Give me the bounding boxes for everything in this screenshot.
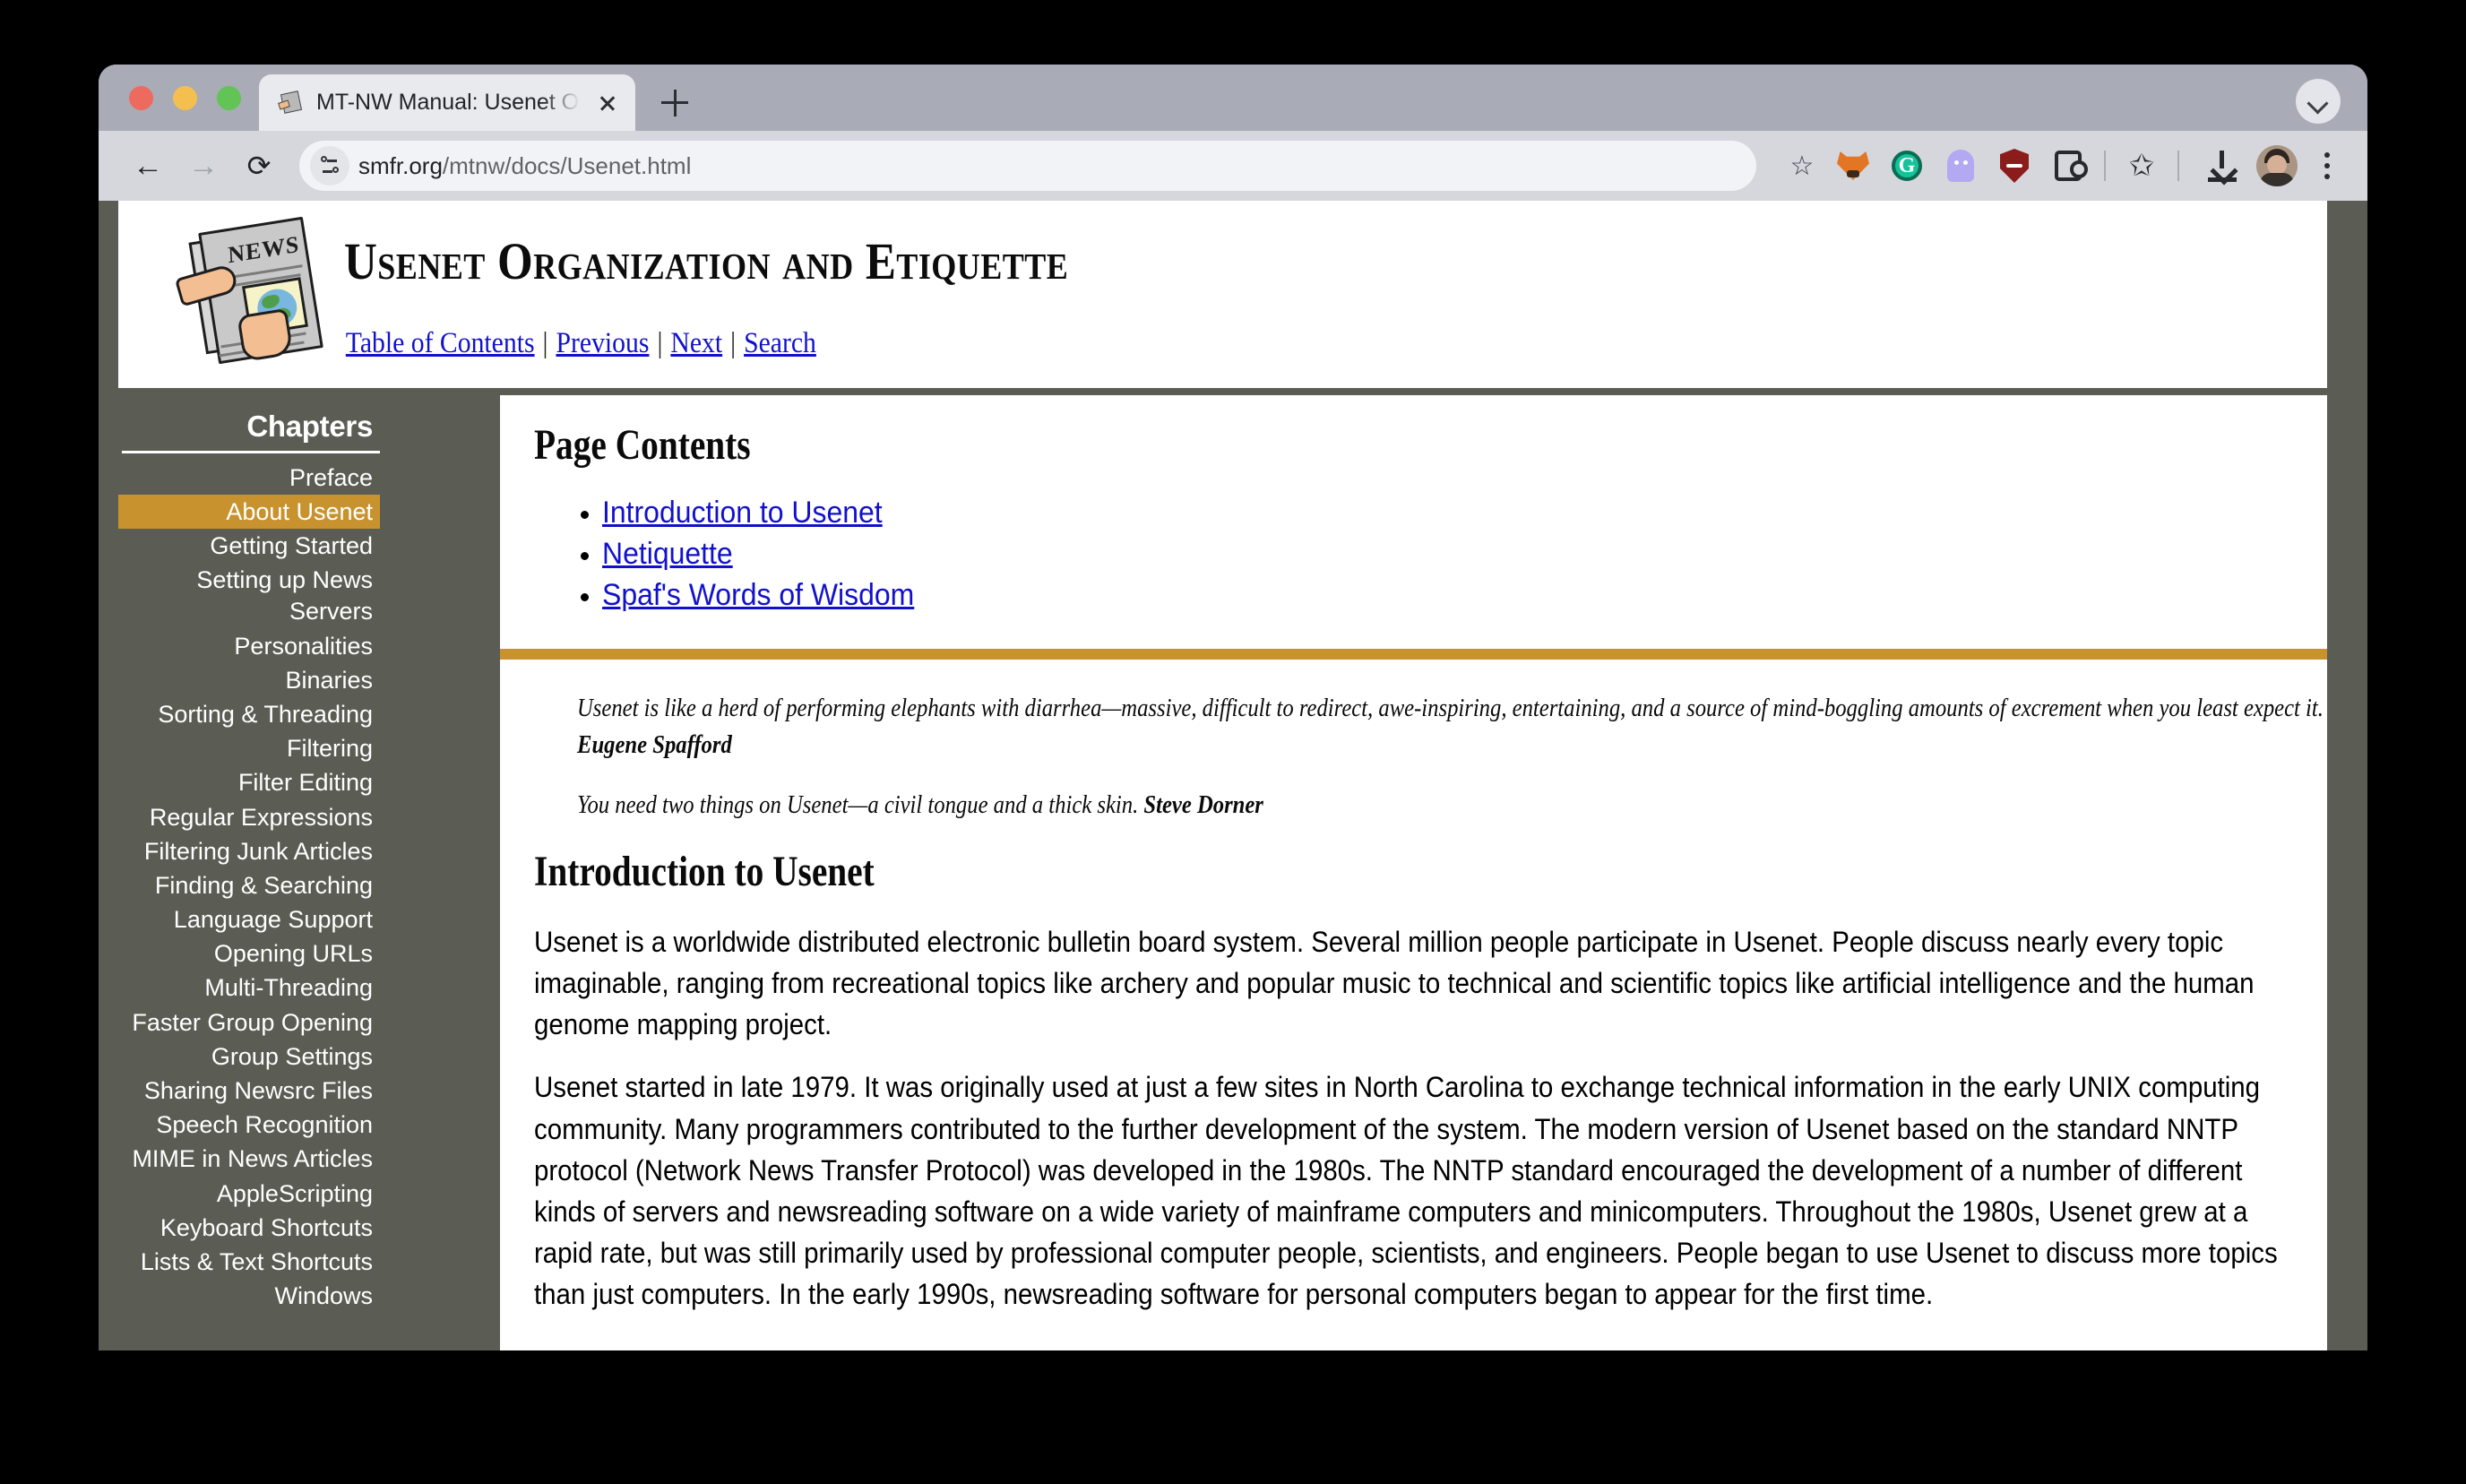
new-tab-button[interactable] <box>650 77 700 127</box>
nav-separator-2: | <box>657 327 663 359</box>
body-paragraph-1: Usenet is a worldwide distributed electr… <box>534 926 2255 1041</box>
toc-link-spafs-words-of-wisdom[interactable]: Spaf's Words of Wisdom <box>602 575 914 617</box>
sidebar-item-about-usenet[interactable]: About Usenet <box>118 495 380 530</box>
quote-2: You need two things on Usenet—a civil to… <box>577 787 2327 824</box>
site-settings-icon[interactable] <box>310 146 349 186</box>
sidebar-divider <box>122 451 380 453</box>
list-item: Spaf's Words of Wisdom <box>602 575 2297 617</box>
sidebar-item-keyboard-shortcuts[interactable]: Keyboard Shortcuts <box>118 1211 380 1245</box>
site-header: NEWS Usenet Organization and Etiquette T… <box>118 201 2327 388</box>
sidebar-item-finding-searching[interactable]: Finding & Searching <box>118 868 380 902</box>
extensions-puzzle-icon[interactable] <box>2045 142 2091 189</box>
sidebar-item-lists-text-shortcuts[interactable]: Lists & Text Shortcuts <box>118 1245 380 1279</box>
sidebar-item-filter-editing[interactable]: Filter Editing <box>118 765 380 799</box>
sidebar-item-getting-started[interactable]: Getting Started <box>118 529 380 563</box>
sidebar-item-applescripting[interactable]: AppleScripting <box>118 1177 380 1211</box>
sidebar-heading: Chapters <box>246 410 373 443</box>
browser-tab[interactable]: MT-NW Manual: Usenet Orga <box>259 74 635 131</box>
sidebar-item-group-settings[interactable]: Group Settings <box>118 1040 380 1074</box>
page-contents-list: Introduction to Usenet Netiquette Spaf's… <box>602 493 2297 617</box>
window-traffic-lights <box>99 65 259 131</box>
list-item: Netiquette <box>602 534 2297 575</box>
url-host: smfr.org <box>358 151 443 179</box>
bookmarks-star-icon[interactable]: ✩ <box>2118 142 2165 189</box>
toc-link-netiquette[interactable]: Netiquette <box>602 534 733 575</box>
main-content: Page Contents Introduction to Usenet Net… <box>500 395 2327 1350</box>
tab-title: MT-NW Manual: Usenet Orga <box>316 90 580 115</box>
sidebar-item-personalities[interactable]: Personalities <box>118 629 380 663</box>
newspaper-favicon-icon <box>278 90 304 116</box>
sidebar-item-filtering[interactable]: Filtering <box>118 731 380 765</box>
ghostery-extension-icon[interactable] <box>1937 142 1984 189</box>
sidebar-item-language-support[interactable]: Language Support <box>118 902 380 936</box>
nav-link-table-of-contents[interactable]: Table of Contents <box>346 327 535 359</box>
forward-button[interactable]: → <box>176 138 231 194</box>
sidebar-item-opening-urls[interactable]: Opening URLs <box>118 936 380 971</box>
browser-menu-button[interactable] <box>2306 142 2348 189</box>
back-arrow-icon: ← <box>133 149 163 183</box>
minimize-window-button[interactable] <box>173 85 197 110</box>
chapters-sidebar: Chapters Preface About Usenet Getting St… <box>118 395 387 1350</box>
sidebar-item-filtering-junk-articles[interactable]: Filtering Junk Articles <box>118 834 380 868</box>
address-bar[interactable]: smfr.org/mtnw/docs/Usenet.html <box>299 141 1756 191</box>
sidebar-item-preface[interactable]: Preface <box>118 461 380 495</box>
chevron-down-icon[interactable] <box>2296 79 2341 124</box>
page-contents-heading: Page Contents <box>534 421 751 469</box>
list-item: Introduction to Usenet <box>602 493 2297 534</box>
browser-toolbar: ← → ⟳ smfr.org/mtnw/docs/Usenet.html ☆ G <box>99 131 2367 201</box>
toolbar-divider <box>2104 151 2106 181</box>
header-text-block: Usenet Organization and Etiquette Table … <box>344 201 1168 360</box>
nav-separator-1: | <box>542 327 548 359</box>
metamask-extension-icon[interactable] <box>1830 142 1876 189</box>
nav-link-next[interactable]: Next <box>670 327 722 359</box>
toolbar-divider-2 <box>2177 151 2179 181</box>
sidebar-item-mime-in-news-articles[interactable]: MIME in News Articles <box>118 1142 380 1176</box>
zoom-window-button[interactable] <box>217 85 241 110</box>
sidebar-item-regular-expressions[interactable]: Regular Expressions <box>118 800 380 834</box>
quotes-block: Usenet is like a herd of performing elep… <box>577 690 2327 824</box>
newspaper-logo-icon: NEWS <box>172 216 333 375</box>
browser-window: MT-NW Manual: Usenet Orga ← → ⟳ smfr.org… <box>99 65 2367 1350</box>
nav-link-search[interactable]: Search <box>744 327 816 359</box>
section-heading: Introduction to Usenet <box>534 848 875 896</box>
back-button[interactable]: ← <box>120 138 176 194</box>
close-window-button[interactable] <box>129 85 153 110</box>
reload-icon: ⟳ <box>246 150 272 182</box>
reload-button[interactable]: ⟳ <box>231 138 287 194</box>
quote-1-author: Eugene Spafford <box>577 729 732 759</box>
grammarly-extension-icon[interactable]: G <box>1884 142 1930 189</box>
close-tab-icon[interactable] <box>592 88 623 118</box>
forward-arrow-icon: → <box>188 149 219 183</box>
quote-1: Usenet is like a herd of performing elep… <box>577 690 2327 764</box>
tab-strip: MT-NW Manual: Usenet Orga <box>99 65 2367 131</box>
sidebar-item-windows[interactable]: Windows <box>118 1279 380 1313</box>
downloads-icon[interactable] <box>2199 142 2246 189</box>
nav-separator-3: | <box>730 327 737 359</box>
profile-avatar[interactable] <box>2256 145 2298 186</box>
quote-2-text: You need two things on Usenet—a civil to… <box>577 790 1139 820</box>
page-title: Usenet Organization and Etiquette <box>344 232 1069 290</box>
quote-1-text: Usenet is like a herd of performing elep… <box>577 693 2324 722</box>
sidebar-item-faster-group-opening[interactable]: Faster Group Opening <box>118 1005 380 1040</box>
toc-link-introduction-to-usenet[interactable]: Introduction to Usenet <box>602 493 883 534</box>
sidebar-item-multi-threading[interactable]: Multi-Threading <box>118 971 380 1005</box>
bookmark-star-icon[interactable]: ☆ <box>1781 145 1823 186</box>
header-nav: Table of Contents | Previous | Next | Search <box>344 327 1085 360</box>
url-path: /mtnw/docs/Usenet.html <box>442 151 692 179</box>
sidebar-item-binaries[interactable]: Binaries <box>118 663 380 697</box>
sidebar-item-sharing-newsrc-files[interactable]: Sharing Newsrc Files <box>118 1074 380 1108</box>
quote-2-author: Steve Dorner <box>1143 790 1263 820</box>
sidebar-item-speech-recognition[interactable]: Speech Recognition <box>118 1108 380 1142</box>
nav-link-previous[interactable]: Previous <box>556 327 649 359</box>
url-text: smfr.org/mtnw/docs/Usenet.html <box>358 152 691 180</box>
body-paragraph-2: Usenet started in late 1979. It was orig… <box>534 1071 2278 1310</box>
ublock-extension-icon[interactable] <box>1991 142 2038 189</box>
gold-divider <box>500 648 2327 660</box>
sidebar-item-sorting-threading[interactable]: Sorting & Threading <box>118 697 380 731</box>
sidebar-item-setting-up-news-servers[interactable]: Setting up News Servers <box>118 564 380 629</box>
page-viewport: NEWS Usenet Organization and Etiquette T… <box>99 201 2367 1350</box>
